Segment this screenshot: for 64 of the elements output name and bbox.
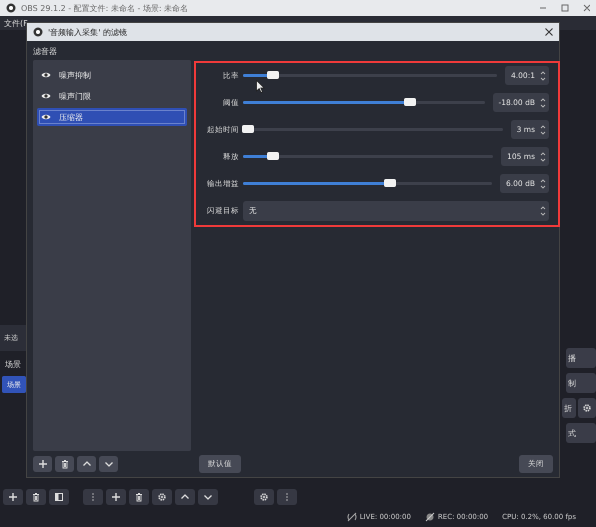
spin-arrows-icon[interactable]	[540, 70, 546, 82]
move-down-button[interactable]	[99, 456, 118, 472]
section-label: 滤音器	[32, 46, 58, 58]
spin-arrows-icon[interactable]	[540, 178, 546, 190]
filter-item[interactable]: 噪声门限	[37, 87, 187, 105]
filter-label: 噪声抑制	[59, 70, 91, 80]
eye-icon[interactable]	[41, 113, 51, 121]
gear-icon	[582, 403, 592, 413]
logo-icon	[6, 3, 16, 13]
plus-icon	[38, 459, 48, 469]
control-button[interactable]: 播	[566, 348, 596, 368]
window-title: OBS 29.1.2 - 配置文件: 未命名 - 场景: 未命名	[21, 2, 190, 14]
settings-button[interactable]	[254, 489, 274, 505]
record-off-icon	[424, 512, 435, 522]
trash-icon	[134, 492, 144, 502]
filter-item[interactable]: 压缩器	[37, 108, 187, 126]
control-button[interactable]: 制	[566, 373, 596, 393]
settings-button[interactable]	[152, 489, 172, 505]
add-filter-button[interactable]	[33, 456, 52, 472]
filter-item[interactable]: 噪声抑制	[37, 66, 187, 84]
move-up-button[interactable]	[77, 456, 96, 472]
menu-item[interactable]: 文件(F	[4, 18, 28, 28]
slider-track[interactable]	[243, 101, 485, 104]
slider-thumb[interactable]	[242, 125, 254, 133]
close-icon[interactable]	[545, 28, 553, 36]
filter-button[interactable]	[49, 489, 69, 505]
scenes-title: 场景	[4, 359, 22, 370]
dialog-title: '音频输入采集' 的滤镜	[48, 26, 128, 38]
chevron-down-icon	[203, 492, 213, 502]
slider-thumb[interactable]	[384, 179, 396, 187]
filter-label: 压缩器	[59, 112, 83, 122]
cursor-icon	[256, 80, 265, 93]
add-button[interactable]	[3, 489, 23, 505]
remove-button[interactable]	[26, 489, 46, 505]
remove-filter-button[interactable]	[55, 456, 74, 472]
gear-icon	[157, 492, 167, 502]
control-button[interactable]: 折	[562, 398, 576, 418]
spin-arrows-icon[interactable]	[540, 150, 546, 162]
window-controls-icon[interactable]	[540, 4, 590, 12]
add-button[interactable]	[106, 489, 126, 505]
slider-thumb[interactable]	[404, 98, 416, 106]
spin-arrows-icon[interactable]	[540, 124, 546, 136]
plus-icon	[111, 492, 121, 502]
slider-track[interactable]	[243, 182, 492, 185]
logo-icon	[33, 27, 43, 37]
trash-icon	[31, 492, 41, 502]
chevron-down-icon	[104, 459, 114, 469]
eye-icon[interactable]	[41, 71, 51, 79]
slider-thumb[interactable]	[267, 152, 279, 160]
remove-button[interactable]	[129, 489, 149, 505]
settings-button[interactable]	[578, 398, 596, 418]
move-up-button[interactable]	[175, 489, 195, 505]
panel-icon	[54, 492, 64, 502]
trash-icon	[60, 459, 70, 469]
move-down-button[interactable]	[198, 489, 218, 505]
broadcast-off-icon	[346, 512, 357, 522]
control-button[interactable]: 式	[566, 423, 596, 443]
slider-thumb[interactable]	[267, 71, 280, 79]
eye-icon[interactable]	[41, 92, 51, 100]
filter-label: 噪声门限	[59, 90, 91, 102]
spin-arrows-icon[interactable]	[540, 96, 546, 108]
spin-arrows-icon[interactable]	[540, 205, 546, 217]
gear-icon	[259, 492, 269, 502]
plus-icon	[8, 492, 18, 502]
